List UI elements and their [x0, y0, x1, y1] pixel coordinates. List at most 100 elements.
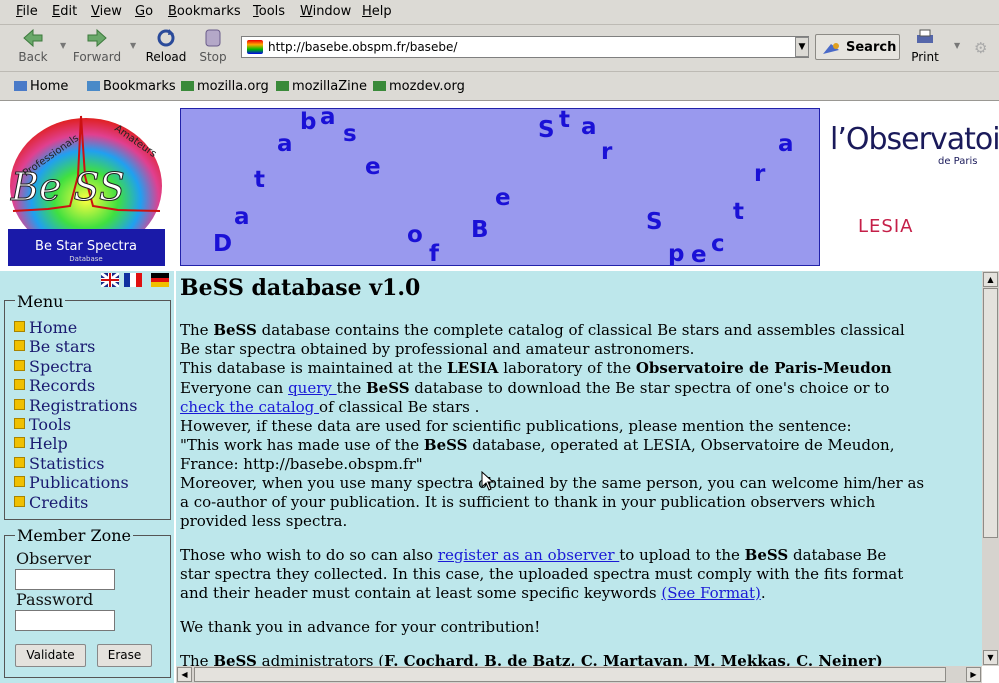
bookmarks-link[interactable]: Bookmarks — [87, 79, 176, 94]
paragraph-coauthor-line2: a co-author of your publication. It is s… — [180, 493, 876, 511]
bess-logo[interactable]: Be SS Professionals Amateurs Be Star Spe… — [8, 106, 165, 266]
stop-icon — [205, 29, 221, 47]
menu-item-tools[interactable]: Tools — [14, 415, 71, 434]
search-icon — [823, 43, 839, 54]
menu-item-label: Publications — [29, 473, 129, 493]
mouse-cursor-icon — [481, 471, 495, 491]
menu-edit[interactable]: Edit — [52, 4, 77, 19]
menu-item-registrations[interactable]: Registrations — [14, 396, 137, 415]
banner-letter: D — [213, 231, 233, 257]
menu-item-label: Spectra — [29, 356, 93, 376]
check-catalog-link[interactable]: check the catalog — [180, 398, 319, 416]
lesia-logo[interactable]: LESIA — [858, 216, 913, 237]
password-input[interactable] — [15, 610, 115, 631]
menu-go[interactable]: Go — [135, 4, 153, 19]
search-button[interactable]: Search — [815, 34, 900, 60]
personal-toolbar: Home Bookmarks mozilla.org mozillaZine m… — [0, 72, 999, 101]
mozilla-org-link[interactable]: mozilla.org — [181, 79, 269, 94]
observatoire-logo[interactable]: l’Observatoire de Paris — [830, 118, 999, 198]
observatoire-sub: de Paris — [938, 156, 978, 167]
mozdev-link[interactable]: mozdev.org — [373, 79, 465, 94]
paragraph-citation-line1: "This work has made use of the BeSS data… — [180, 436, 895, 454]
scroll-left-arrow-icon[interactable]: ◀ — [177, 667, 192, 682]
scroll-up-arrow-icon[interactable]: ▲ — [983, 272, 998, 287]
menu-view[interactable]: View — [91, 4, 122, 19]
paragraph-maintained: This database is maintained at the LESIA… — [180, 359, 892, 377]
paragraph-coauthor-line1: Moreover, when you use many spectra obta… — [180, 474, 925, 492]
paragraph-register-line3: and their header must contain at least s… — [180, 584, 766, 602]
banner-letter: t — [733, 199, 744, 225]
menu-item-spectra[interactable]: Spectra — [14, 357, 92, 376]
banner-letter: a — [234, 204, 250, 230]
france-flag-icon[interactable] — [124, 273, 142, 287]
logo-caption: Be Star Spectra — [35, 239, 137, 254]
paragraph-publications: However, if these data are used for scie… — [180, 417, 852, 435]
banner-letter: r — [601, 139, 613, 165]
bullet-icon — [14, 321, 25, 332]
print-dropdown-icon[interactable]: ▼ — [954, 41, 960, 50]
url-dropdown-icon[interactable]: ▼ — [795, 37, 809, 57]
menu-item-publications[interactable]: Publications — [14, 473, 129, 492]
home-link[interactable]: Home — [14, 79, 68, 94]
menu-item-label: Credits — [29, 492, 89, 512]
see-format-link[interactable]: (See Format) — [661, 584, 761, 602]
menu-item-label: Records — [29, 376, 96, 396]
search-label: Search — [846, 40, 897, 55]
uk-flag-icon[interactable] — [101, 273, 119, 287]
url-text: http://basebe.obspm.fr/basebe/ — [268, 40, 458, 54]
horizontal-scroll-thumb[interactable] — [194, 667, 946, 682]
forward-label: Forward — [72, 50, 122, 64]
register-observer-link[interactable]: register as an observer — [438, 546, 619, 564]
menu-item-home[interactable]: Home — [14, 318, 77, 337]
back-label: Back — [18, 50, 48, 64]
menu-file[interactable]: File — [16, 4, 38, 19]
validate-button[interactable]: Validate — [15, 644, 86, 667]
site-favicon-icon — [247, 40, 263, 54]
forward-button[interactable]: Forward — [72, 28, 122, 68]
banner-letter: s — [343, 121, 357, 147]
menu-item-credits[interactable]: Credits — [14, 493, 88, 512]
observer-input[interactable] — [15, 569, 115, 590]
menu-window[interactable]: Window — [300, 4, 351, 19]
paragraph-citation-line2: France: http://basebe.obspm.fr" — [180, 455, 423, 473]
stop-label: Stop — [199, 50, 227, 64]
vertical-scroll-thumb[interactable] — [983, 288, 998, 538]
bullet-icon — [14, 456, 25, 468]
menu-item-label: Statistics — [29, 453, 105, 473]
menu-bar: File Edit View Go Bookmarks Tools Window… — [0, 0, 999, 25]
stop-button[interactable]: Stop — [188, 28, 238, 68]
query-link[interactable]: query — [288, 379, 337, 397]
banner-letter: t — [559, 107, 570, 133]
germany-flag-icon[interactable] — [151, 273, 169, 287]
back-button[interactable]: Back — [8, 28, 58, 68]
menu-bookmarks[interactable]: Bookmarks — [168, 4, 241, 19]
banner-letter: e — [365, 154, 381, 180]
menu-tools[interactable]: Tools — [253, 4, 285, 19]
url-bar[interactable]: http://basebe.obspm.fr/basebe/ — [241, 36, 809, 58]
password-label: Password — [16, 590, 94, 609]
paragraph-query: Everyone can query the BeSS database to … — [180, 379, 890, 397]
print-button[interactable]: Print — [900, 28, 950, 68]
bullet-icon — [14, 398, 25, 410]
bullet-icon — [14, 379, 25, 391]
bookmark-leaf-icon — [181, 81, 194, 91]
observatoire-name: l’Observatoire — [830, 122, 999, 157]
menu-item-records[interactable]: Records — [14, 376, 95, 395]
bookmark-leaf-icon — [373, 81, 386, 91]
paragraph-administrators: The BeSS administrators (F. Cochard, B. … — [180, 652, 883, 666]
menu-item-be-stars[interactable]: Be stars — [14, 337, 95, 356]
reload-button[interactable]: Reload — [141, 28, 191, 68]
menu-item-help[interactable]: Help — [14, 434, 68, 453]
erase-button[interactable]: Erase — [97, 644, 152, 667]
menu-help[interactable]: Help — [362, 4, 392, 19]
forward-dropdown-icon[interactable]: ▼ — [130, 41, 136, 50]
back-dropdown-icon[interactable]: ▼ — [60, 41, 66, 50]
banner-letter: t — [254, 167, 265, 193]
menu-item-label: Be stars — [29, 337, 96, 357]
mozillazine-link[interactable]: mozillaZine — [276, 79, 367, 94]
scroll-down-arrow-icon[interactable]: ▼ — [983, 650, 998, 665]
paragraph-register-line1: Those who wish to do so can also registe… — [180, 546, 887, 564]
banner-letter: f — [429, 241, 440, 267]
menu-item-statistics[interactable]: Statistics — [14, 454, 104, 473]
scroll-right-arrow-icon[interactable]: ▶ — [966, 667, 981, 682]
